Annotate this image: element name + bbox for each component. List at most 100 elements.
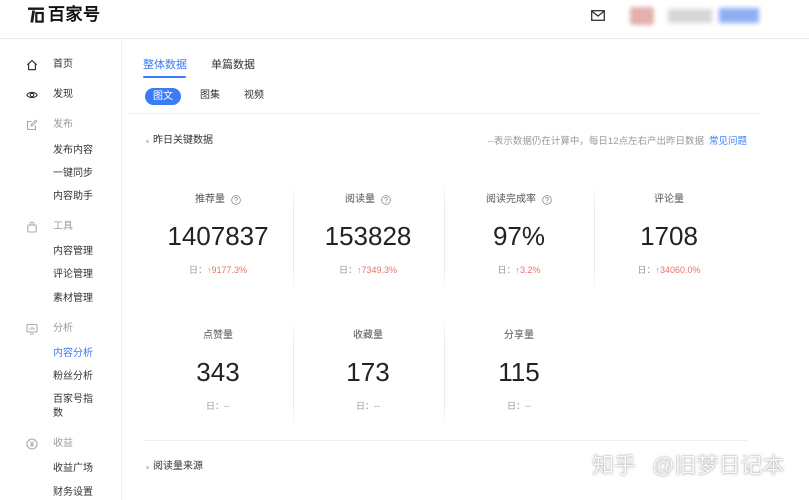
- change-value: ↑3.2%: [515, 265, 541, 275]
- column-divider: [444, 183, 445, 293]
- metric-shares: 分享量 115 日：--: [444, 321, 594, 421]
- monitor-chart-icon: [26, 323, 38, 335]
- sidebar-item-fans-analytics[interactable]: 粉丝分析: [0, 370, 120, 384]
- section-title-read-source: 阅读量来源: [153, 461, 203, 472]
- change-value: ↑34060.0%: [655, 265, 701, 275]
- sidebar-item-label: 评论管理: [53, 269, 93, 280]
- sidebar-item-finance-settings[interactable]: 财务设置: [0, 486, 120, 500]
- metric-comments: 评论量 1708 日：↑34060.0%: [594, 185, 744, 285]
- change-value: --: [224, 401, 230, 411]
- tab-single-article-data[interactable]: 单篇数据: [211, 58, 255, 72]
- metric-label: 分享量: [504, 330, 534, 341]
- metric-value: 115: [498, 357, 540, 387]
- content-type-article[interactable]: 图文: [145, 88, 181, 105]
- content-type-video[interactable]: 视频: [244, 89, 264, 103]
- change-prefix: 日：: [355, 401, 374, 411]
- home-icon: [26, 59, 38, 71]
- data-note: --表示数据仍在计算中，每日12点左右产出昨日数据: [487, 136, 704, 147]
- change-prefix: 日：: [338, 265, 357, 275]
- section-title-key-data: 昨日关键数据: [153, 135, 213, 146]
- metric-label: 阅读量: [345, 194, 375, 205]
- column-divider: [293, 183, 294, 293]
- metric-recommend: 推荐量 1407837 日：↑9177.3%: [143, 185, 293, 285]
- metric-change: 日：--: [143, 399, 293, 413]
- change-value: --: [374, 401, 380, 411]
- metric-value: 153828: [324, 221, 412, 251]
- sidebar-item-discover[interactable]: 发现: [0, 88, 120, 102]
- metric-value: 343: [196, 357, 240, 387]
- metric-likes: 点赞量 343 日：--: [143, 321, 293, 421]
- metric-label-row: 阅读完成率: [444, 193, 594, 207]
- sidebar-item-label: 粉丝分析: [53, 371, 93, 382]
- metric-label-row: 评论量: [594, 193, 744, 207]
- question-circle-icon[interactable]: [542, 195, 552, 205]
- sidebar-section-label: 工具: [53, 221, 73, 232]
- mail-icon[interactable]: [591, 10, 605, 21]
- divider: [143, 440, 748, 441]
- metric-change: 日：--: [444, 399, 594, 413]
- metric-reads: 阅读量 153828 日：↑7349.3%: [293, 185, 443, 285]
- change-prefix: 日：: [205, 401, 224, 411]
- baijiahao-logo-icon: [27, 6, 45, 24]
- metric-label: 收藏量: [353, 330, 383, 341]
- metric-label-row: 分享量: [444, 329, 594, 343]
- sidebar-item-content-analytics[interactable]: 内容分析: [0, 347, 120, 361]
- sidebar-section-label: 发布: [53, 119, 73, 130]
- sidebar-item-publish-content[interactable]: 发布内容: [0, 144, 120, 158]
- metric-change: 日：--: [293, 399, 443, 413]
- metric-label: 点赞量: [203, 330, 233, 341]
- sidebar-section-analytics: 分析: [0, 322, 120, 336]
- column-divider: [444, 319, 445, 429]
- change-value: --: [525, 401, 531, 411]
- logo[interactable]: 百家号: [27, 5, 107, 26]
- account-badge-redacted[interactable]: [719, 8, 759, 23]
- metric-label: 推荐量: [195, 194, 225, 205]
- sidebar-item-content-management[interactable]: 内容管理: [0, 245, 120, 259]
- divider: [128, 113, 760, 114]
- sidebar-item-label: 内容分析: [53, 348, 93, 359]
- sidebar-item-material-management[interactable]: 素材管理: [0, 292, 120, 306]
- metric-value: 1708: [640, 221, 698, 251]
- metric-favorites: 收藏量 173 日：--: [293, 321, 443, 421]
- sidebar-item-comment-management[interactable]: 评论管理: [0, 268, 120, 282]
- sidebar-section-earnings: 收益: [0, 437, 120, 451]
- coin-icon: [26, 438, 38, 450]
- metric-change: 日：↑3.2%: [444, 263, 594, 277]
- username-redacted[interactable]: [668, 9, 712, 23]
- change-prefix: 日：: [637, 265, 656, 275]
- eye-icon: [26, 89, 38, 101]
- sidebar-item-label: 内容助手: [53, 191, 93, 202]
- section-marker: [146, 466, 149, 469]
- sidebar-item-label: 内容管理: [53, 246, 93, 257]
- sidebar-item-content-assistant[interactable]: 内容助手: [0, 190, 120, 204]
- metric-label: 评论量: [654, 194, 684, 205]
- sidebar-section-label: 分析: [53, 323, 73, 334]
- sidebar-item-label: 发现: [53, 89, 73, 100]
- sidebar-item-label: 首页: [53, 59, 73, 70]
- sidebar-item-one-click-sync[interactable]: 一键同步: [0, 167, 120, 181]
- tab-overall-data[interactable]: 整体数据: [143, 58, 187, 72]
- logo-text: 百家号: [48, 5, 101, 24]
- metric-label-row: 点赞量: [143, 329, 293, 343]
- question-circle-icon[interactable]: [231, 195, 241, 205]
- sidebar-section-tools: 工具: [0, 220, 120, 234]
- metric-value: 1407837: [167, 221, 269, 251]
- sidebar-item-label: 收益广场: [53, 463, 93, 474]
- data-note-row: --表示数据仍在计算中，每日12点左右产出昨日数据 常见问题: [430, 135, 747, 149]
- faq-link[interactable]: 常见问题: [709, 136, 747, 147]
- top-header: 百家号: [0, 0, 809, 39]
- content-type-gallery[interactable]: 图集: [200, 89, 220, 103]
- metric-label-row: 收藏量: [293, 329, 443, 343]
- sidebar-item-baijiahao-index[interactable]: 百家号指数: [0, 393, 120, 421]
- sidebar-item-home[interactable]: 首页: [0, 58, 120, 72]
- metric-change: 日：↑34060.0%: [594, 263, 744, 277]
- metric-label-row: 阅读量: [293, 193, 443, 207]
- sidebar-section-label: 收益: [53, 438, 73, 449]
- question-circle-icon[interactable]: [381, 195, 391, 205]
- sidebar-item-earnings-plaza[interactable]: 收益广场: [0, 462, 120, 476]
- avatar[interactable]: [630, 7, 654, 25]
- metric-label-row: 推荐量: [143, 193, 293, 207]
- metric-read-completion-rate: 阅读完成率 97% 日：↑3.2%: [444, 185, 594, 285]
- edit-icon: [26, 119, 38, 131]
- sidebar-item-label: 百家号指数: [53, 394, 93, 419]
